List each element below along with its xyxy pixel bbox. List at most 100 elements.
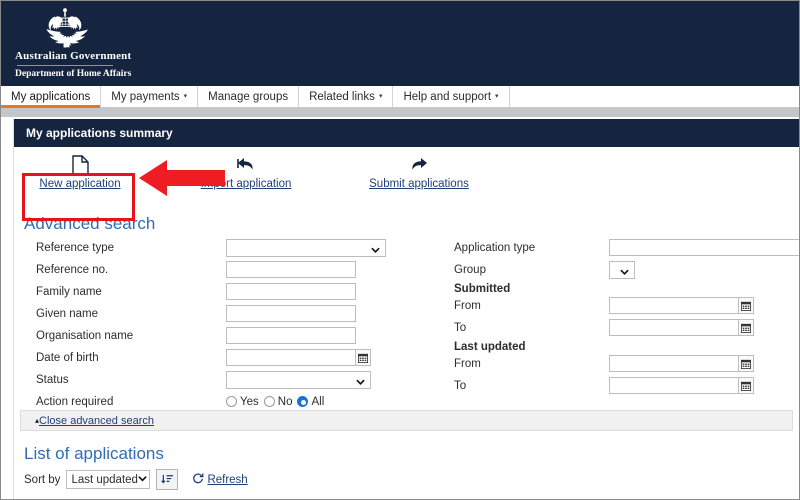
radio-dot	[226, 396, 237, 407]
sort-by-value: Last updated	[71, 474, 138, 486]
action-required-radio-group: Yes No All	[226, 396, 324, 408]
main-content: My applications summary New application	[13, 119, 799, 499]
list-of-applications-heading: List of applications	[14, 431, 799, 469]
crest-block: Australian Government Department of Home…	[15, 7, 115, 79]
header-divider	[17, 65, 113, 66]
calendar-icon[interactable]	[739, 319, 754, 336]
label-family-name: Family name	[36, 286, 226, 298]
submitted-from-input[interactable]	[609, 297, 739, 314]
sort-descending-icon[interactable]	[156, 469, 178, 490]
calendar-icon[interactable]	[739, 297, 754, 314]
submit-applications-link[interactable]: Submit applications	[369, 178, 469, 190]
nav-label: My applications	[11, 91, 90, 103]
nav-item-my-payments[interactable]: My payments ▾	[101, 86, 198, 107]
date-of-birth-input[interactable]	[226, 349, 356, 366]
australian-coat-of-arms-icon	[15, 7, 115, 49]
radio-action-required-all[interactable]: All	[297, 396, 324, 408]
label-submitted-to: To	[454, 322, 609, 334]
header-gray-band	[1, 108, 799, 117]
label-application-type: Application type	[454, 242, 609, 254]
field-reference-type: Reference type	[36, 238, 386, 257]
field-reference-no: Reference no.	[36, 260, 356, 279]
label-reference-type: Reference type	[36, 242, 226, 254]
last-updated-from-input[interactable]	[609, 355, 739, 372]
chevron-down-icon: ▾	[495, 93, 499, 100]
calendar-icon[interactable]	[356, 349, 371, 366]
application-type-input[interactable]	[609, 239, 800, 256]
radio-action-required-no[interactable]: No	[264, 396, 293, 408]
sort-by-select[interactable]: Last updated	[66, 470, 150, 489]
submitted-group-title: Submitted	[454, 283, 510, 295]
reference-type-select[interactable]	[226, 239, 386, 257]
chevron-down-icon	[356, 375, 365, 384]
chevron-down-icon: ▾	[379, 93, 383, 100]
radio-action-required-yes[interactable]: Yes	[226, 396, 259, 408]
given-name-input[interactable]	[226, 305, 356, 322]
new-application-link[interactable]: New application	[39, 178, 120, 190]
last-updated-to-input[interactable]	[609, 377, 739, 394]
nav-label: My payments	[111, 91, 179, 103]
last-updated-group-title: Last updated	[454, 341, 526, 353]
field-application-type: Application type	[454, 238, 800, 257]
field-family-name: Family name	[36, 282, 356, 301]
calendar-icon[interactable]	[739, 355, 754, 372]
close-advanced-search-bar[interactable]: ▴ Close advanced search	[20, 410, 793, 431]
submit-applications-action[interactable]: Submit applications	[359, 154, 479, 190]
field-last-updated-from: From	[454, 354, 754, 373]
organisation-name-input[interactable]	[226, 327, 356, 344]
reference-no-input[interactable]	[226, 261, 356, 278]
group-label-last-updated: Last updated	[454, 340, 526, 354]
chevron-down-icon	[620, 265, 629, 274]
nav-item-related-links[interactable]: Related links ▾	[299, 86, 393, 107]
field-group: Group	[454, 260, 635, 279]
field-action-required: Action required Yes No All	[36, 392, 324, 411]
field-organisation-name: Organisation name	[36, 326, 356, 345]
nav-item-help-and-support[interactable]: Help and support ▾	[393, 86, 509, 107]
group-label-submitted: Submitted	[454, 282, 510, 296]
nav-label: Related links	[309, 91, 375, 103]
group-select[interactable]	[609, 261, 635, 279]
radio-dot-selected	[297, 396, 308, 407]
refresh-control[interactable]: Refresh	[192, 472, 247, 487]
label-given-name: Given name	[36, 308, 226, 320]
browser-page: Australian Government Department of Home…	[0, 0, 800, 500]
submit-arrow-icon	[359, 154, 479, 176]
sort-controls: Sort by Last updated	[14, 469, 799, 490]
submitted-to-input[interactable]	[609, 319, 739, 336]
new-application-action[interactable]: New application	[20, 154, 140, 190]
label-submitted-from: From	[454, 300, 609, 312]
label-last-updated-to: To	[454, 380, 609, 392]
chevron-down-icon	[371, 243, 380, 252]
nav-item-manage-groups[interactable]: Manage groups	[198, 86, 299, 107]
nav-label: Manage groups	[208, 91, 288, 103]
calendar-icon[interactable]	[739, 377, 754, 394]
sort-by-label: Sort by	[24, 474, 60, 486]
chevron-down-icon	[138, 474, 147, 486]
radio-label: Yes	[240, 396, 259, 408]
government-title: Australian Government	[15, 50, 115, 62]
action-links-row: New application Import application	[14, 147, 799, 203]
label-action-required: Action required	[36, 396, 226, 408]
department-title: Department of Home Affairs	[15, 69, 115, 79]
label-last-updated-from: From	[454, 358, 609, 370]
field-status: Status	[36, 370, 371, 389]
label-reference-no: Reference no.	[36, 264, 226, 276]
label-date-of-birth: Date of birth	[36, 352, 226, 364]
chevron-down-icon: ▾	[184, 93, 188, 100]
new-document-icon	[20, 154, 140, 176]
nav-spacer	[510, 86, 799, 107]
label-group: Group	[454, 264, 609, 276]
close-advanced-search-link[interactable]: Close advanced search	[39, 415, 154, 427]
status-select[interactable]	[226, 371, 371, 389]
refresh-link[interactable]: Refresh	[207, 474, 247, 486]
nav-item-my-applications[interactable]: My applications	[1, 86, 101, 107]
refresh-icon	[192, 472, 204, 487]
main-navigation: My applications My payments ▾ Manage gro…	[1, 86, 799, 108]
family-name-input[interactable]	[226, 283, 356, 300]
page-title: My applications summary	[14, 119, 799, 147]
nav-label: Help and support	[403, 91, 491, 103]
field-date-of-birth: Date of birth	[36, 348, 371, 367]
field-submitted-from: From	[454, 296, 754, 315]
field-given-name: Given name	[36, 304, 356, 323]
advanced-search-heading: Advanced search	[14, 203, 799, 238]
